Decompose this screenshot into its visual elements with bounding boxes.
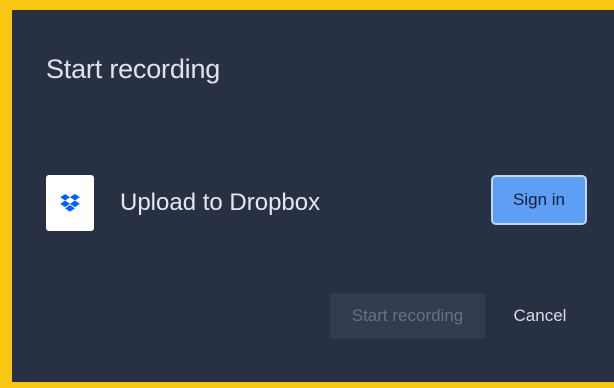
- dropbox-icon: [46, 175, 94, 231]
- dialog-title: Start recording: [46, 54, 221, 84]
- start-recording-dialog: Start recording Upload to Dropbox Sign i…: [12, 10, 614, 382]
- upload-to-dropbox-label: Upload to Dropbox: [120, 189, 321, 216]
- start-recording-button[interactable]: Start recording: [330, 293, 485, 339]
- cancel-button[interactable]: Cancel: [500, 293, 580, 339]
- upload-dropbox-row: Upload to Dropbox Sign in: [46, 175, 596, 233]
- highlight-frame: Start recording Upload to Dropbox Sign i…: [0, 0, 614, 388]
- sign-in-button[interactable]: Sign in: [491, 175, 587, 225]
